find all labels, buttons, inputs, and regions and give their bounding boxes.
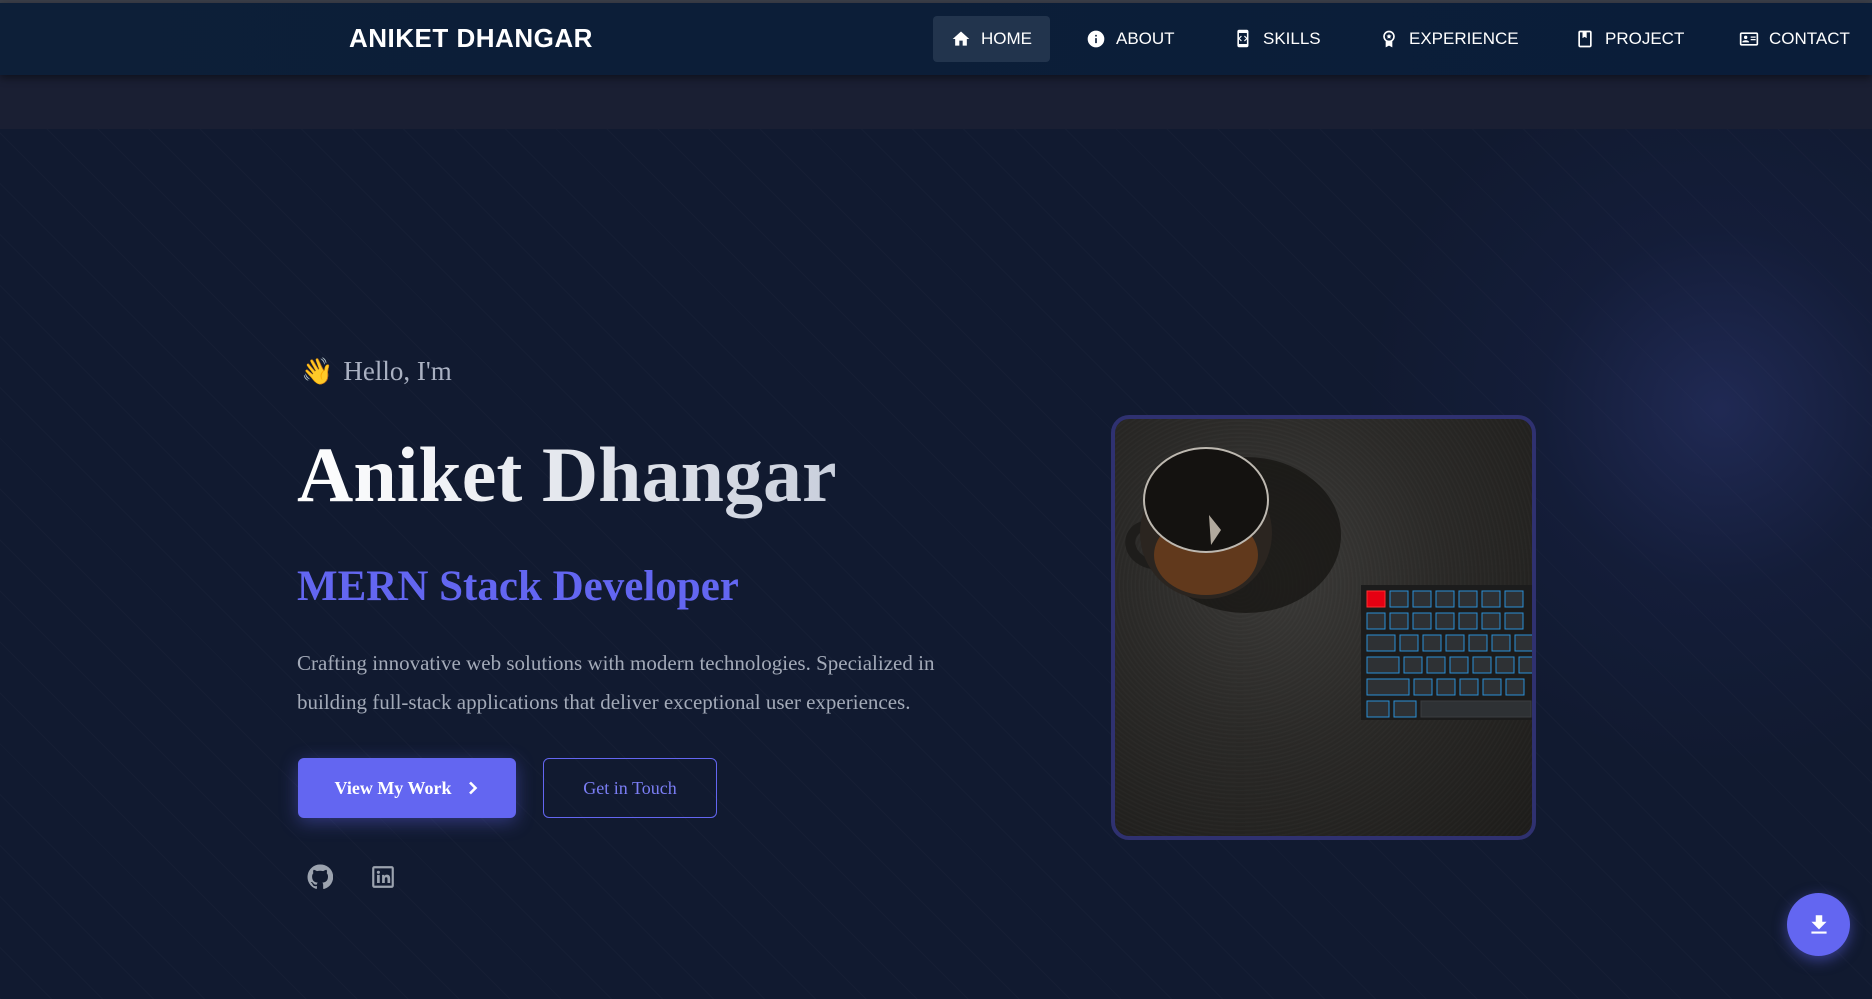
linkedin-icon xyxy=(372,866,394,888)
nav-item-label: PROJECT xyxy=(1605,29,1685,48)
nav-item-label: CONTACT xyxy=(1769,29,1850,48)
download-icon xyxy=(1810,914,1827,934)
contact-card-icon xyxy=(1739,32,1759,46)
nav-item-label: ABOUT xyxy=(1116,29,1175,48)
get-in-touch-button[interactable]: Get in Touch xyxy=(543,758,717,818)
hero-greeting: 👋 Hello, I'm xyxy=(301,356,452,387)
nav-item-skills[interactable]: SKILLS xyxy=(1215,16,1339,62)
home-icon xyxy=(952,31,970,46)
hero-description: Crafting innovative web solutions with m… xyxy=(297,651,935,714)
nav-item-label: EXPERIENCE xyxy=(1409,29,1519,48)
hero-image xyxy=(1111,415,1536,840)
book-icon xyxy=(1578,30,1592,48)
subheader-band xyxy=(0,75,1872,129)
github-link[interactable] xyxy=(305,862,335,892)
nav-item-experience[interactable]: EXPERIENCE xyxy=(1361,16,1537,62)
view-my-work-label: View My Work xyxy=(334,777,452,798)
nav-item-about[interactable]: ABOUT xyxy=(1068,16,1193,62)
linkedin-link[interactable] xyxy=(368,862,398,892)
greeting-text: Hello, I'm xyxy=(343,356,452,386)
chevron-right-icon xyxy=(468,781,477,795)
code-device-icon xyxy=(1237,29,1249,48)
info-icon xyxy=(1087,30,1105,48)
hero-role: MERN Stack Developer xyxy=(297,563,739,610)
nav-item-home[interactable]: HOME xyxy=(933,16,1050,62)
view-my-work-button[interactable]: View My Work xyxy=(298,758,516,818)
get-in-touch-label: Get in Touch xyxy=(583,777,677,798)
hero-section xyxy=(0,129,1872,999)
keyboard xyxy=(1361,585,1532,720)
waving-hand-icon: 👋 xyxy=(301,356,334,387)
nav-item-label: SKILLS xyxy=(1263,29,1321,48)
desk-photo-illustration xyxy=(1125,447,1532,720)
hero-name: Aniket Dhangar xyxy=(297,431,837,518)
github-icon xyxy=(307,864,333,890)
navbar: ANIKET DHANGAR HOME ABOUT SKILLS EXPERIE… xyxy=(0,3,1872,75)
download-resume-button[interactable] xyxy=(1787,893,1850,956)
nav-item-project[interactable]: PROJECT xyxy=(1557,16,1702,62)
award-icon xyxy=(1383,30,1395,48)
nav-item-label: HOME xyxy=(981,29,1032,48)
brand-logo[interactable]: ANIKET DHANGAR xyxy=(349,23,593,54)
nav-item-contact[interactable]: CONTACT xyxy=(1721,16,1868,62)
